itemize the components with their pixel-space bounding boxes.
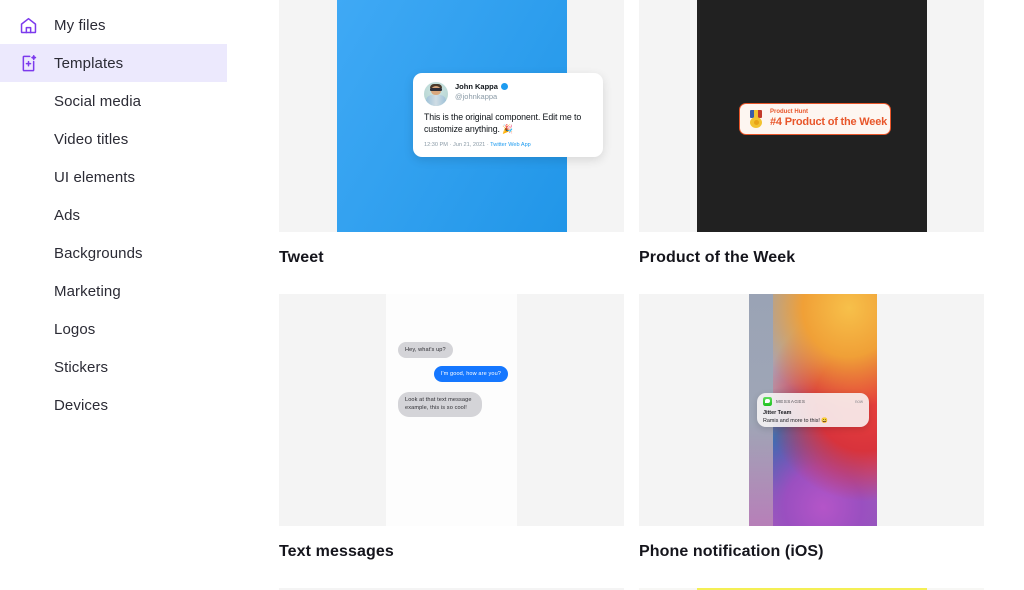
template-card-product-of-the-week[interactable]: Product Hunt #4 Product of the Week Prod… xyxy=(639,0,984,294)
sidebar-item-label: Templates xyxy=(54,54,124,72)
tweet-card: John Kappa @johnkappa This is the origin… xyxy=(413,73,603,157)
template-card-text-messages[interactable]: Hey, what's up? I'm good, how are you? L… xyxy=(279,294,624,588)
messages-screen: Hey, what's up? I'm good, how are you? L… xyxy=(386,294,517,526)
tweet-author-name: John Kappa xyxy=(455,82,498,91)
tweet-meta-source: Twitter Web App xyxy=(490,141,531,148)
tweet-meta-date: Jun 21, 2021 xyxy=(452,141,486,148)
sidebar-item-label: Backgrounds xyxy=(54,244,143,262)
sidebar-item-label: Ads xyxy=(54,206,81,224)
messages-app-icon xyxy=(763,397,772,406)
producthunt-kicker: Product Hunt xyxy=(770,109,808,116)
messages-canvas: Hey, what's up? I'm good, how are you? L… xyxy=(279,294,624,526)
notification-banner: MESSAGES now Jitter Team Ramis and more … xyxy=(757,393,869,427)
sidebar-item-video-titles[interactable]: Video titles xyxy=(0,120,279,158)
sidebar-item-stickers[interactable]: Stickers xyxy=(0,348,279,386)
template-card-phone-notification[interactable]: MESSAGES now Jitter Team Ramis and more … xyxy=(639,294,984,588)
sidebar-item-label: UI elements xyxy=(54,168,136,186)
app-root: My files Templates Social media Video ti… xyxy=(0,0,1024,590)
sidebar-item-logos[interactable]: Logos xyxy=(0,310,279,348)
message-bubble: Hey, what's up? xyxy=(398,342,453,359)
verified-badge-icon xyxy=(500,83,508,90)
tweet-canvas: John Kappa @johnkappa This is the origin… xyxy=(337,0,603,232)
tweet-author-row: John Kappa xyxy=(455,82,508,91)
sidebar-item-ads[interactable]: Ads xyxy=(0,196,279,234)
notification-title: Jitter Team xyxy=(763,410,792,416)
sidebar-item-label: Logos xyxy=(54,320,96,338)
sidebar-item-label: Stickers xyxy=(54,358,109,376)
phone-screen: MESSAGES now Jitter Team Ramis and more … xyxy=(749,294,877,526)
template-card-title: Text messages xyxy=(279,543,394,560)
sidebar: My files Templates Social media Video ti… xyxy=(0,0,279,590)
notification-message: Ramis and more to this! 😀 xyxy=(763,417,829,424)
tweet-meta: 12:30 PM · Jun 21, 2021 · Twitter Web Ap… xyxy=(424,142,592,148)
template-thumbnail[interactable]: John Kappa @johnkappa This is the origin… xyxy=(279,0,624,232)
tweet-meta-time: 12:30 PM xyxy=(424,141,448,148)
producthunt-rank-text: #4 Product of the Week xyxy=(770,115,888,128)
sidebar-item-my-files[interactable]: My files xyxy=(0,6,279,44)
sidebar-item-templates[interactable]: Templates xyxy=(0,44,227,82)
home-icon xyxy=(16,13,40,37)
message-bubble: I'm good, how are you? xyxy=(433,366,508,383)
tweet-header: John Kappa @johnkappa xyxy=(424,82,592,106)
notification-time: now xyxy=(854,399,863,404)
sidebar-item-label: Video titles xyxy=(54,130,129,148)
sidebar-item-social-media[interactable]: Social media xyxy=(0,82,279,120)
template-thumbnail[interactable]: MESSAGES now Jitter Team Ramis and more … xyxy=(639,294,984,526)
template-card-title: Phone notification (iOS) xyxy=(639,543,824,560)
template-grid-inner: John Kappa @johnkappa This is the origin… xyxy=(279,0,1024,590)
sidebar-item-label: Social media xyxy=(54,92,142,110)
sidebar-item-label: Devices xyxy=(54,396,109,414)
notification-app-name: MESSAGES xyxy=(776,399,806,404)
template-grid: John Kappa @johnkappa This is the origin… xyxy=(279,0,1024,590)
sidebar-item-devices[interactable]: Devices xyxy=(0,386,279,424)
producthunt-canvas: Product Hunt #4 Product of the Week xyxy=(697,0,927,232)
sidebar-item-marketing[interactable]: Marketing xyxy=(0,272,279,310)
notification-header: MESSAGES now xyxy=(763,397,863,406)
tweet-body-text: This is the original component. Edit me … xyxy=(424,112,582,134)
template-card-tweet[interactable]: John Kappa @johnkappa This is the origin… xyxy=(279,0,624,294)
sidebar-item-backgrounds[interactable]: Backgrounds xyxy=(0,234,279,272)
tweet-author-handle: @johnkappa xyxy=(455,92,498,101)
message-bubble: Look at that text message example, this … xyxy=(398,392,482,417)
medal-icon xyxy=(749,110,763,128)
template-card-title: Product of the Week xyxy=(639,249,796,266)
notification-canvas: MESSAGES now Jitter Team Ramis and more … xyxy=(639,294,984,526)
sidebar-item-label: My files xyxy=(54,16,106,34)
sidebar-item-ui-elements[interactable]: UI elements xyxy=(0,158,279,196)
avatar xyxy=(424,82,448,106)
sidebar-item-label: Marketing xyxy=(54,282,121,300)
template-thumbnail[interactable]: Hey, what's up? I'm good, how are you? L… xyxy=(279,294,624,526)
template-card-title: Tweet xyxy=(279,249,324,266)
template-thumbnail[interactable]: Product Hunt #4 Product of the Week xyxy=(639,0,984,232)
template-icon xyxy=(16,51,40,75)
producthunt-badge: Product Hunt #4 Product of the Week xyxy=(739,103,891,135)
